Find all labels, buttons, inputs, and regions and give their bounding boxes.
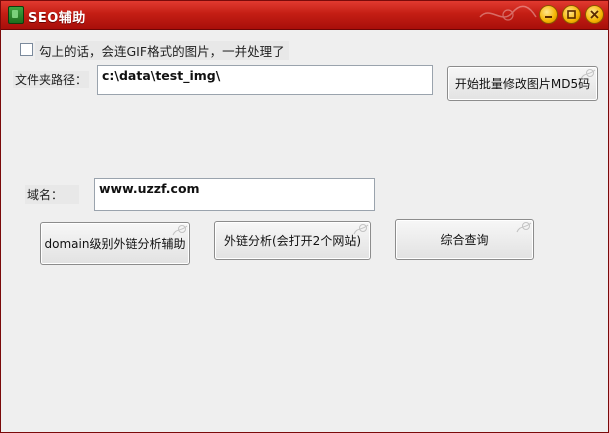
- app-icon: [8, 6, 24, 24]
- close-icon: [590, 10, 599, 19]
- corner-swirl-icon: [172, 225, 188, 236]
- domain-label: 域名：: [25, 185, 79, 204]
- title-bar[interactable]: SEO辅助: [1, 1, 608, 30]
- maximize-icon: [567, 10, 576, 19]
- outlink-analysis-button[interactable]: 外链分析(会打开2个网站): [214, 221, 371, 260]
- gif-checkbox-label[interactable]: 勾上的话，会连GIF格式的图片，一并处理了: [35, 41, 289, 60]
- gif-checkbox[interactable]: [20, 43, 33, 56]
- corner-swirl-icon: [353, 224, 369, 235]
- combined-query-button[interactable]: 综合查询: [395, 219, 534, 260]
- folder-path-label: 文件夹路径：: [13, 71, 90, 88]
- corner-swirl-icon: [580, 69, 596, 80]
- outlink-analysis-button-label: 外链分析(会打开2个网站): [224, 234, 361, 248]
- folder-path-input[interactable]: c:\data\test_img\: [97, 65, 433, 95]
- domain-analysis-button[interactable]: domain级别外链分析辅助: [40, 222, 190, 265]
- batch-md5-button-label: 开始批量修改图片MD5码: [454, 77, 591, 91]
- domain-input[interactable]: www.uzzf.com: [94, 178, 375, 211]
- combined-query-button-label: 综合查询: [440, 233, 489, 247]
- domain-analysis-button-label: domain级别外链分析辅助: [44, 237, 186, 251]
- close-button[interactable]: [585, 5, 604, 24]
- minimize-icon: [545, 16, 552, 18]
- app-window: SEO辅助 勾上的话，会连GIF格式的图片，一并处理了 文件夹路径： c:\da…: [0, 0, 609, 433]
- batch-md5-button[interactable]: 开始批量修改图片MD5码: [447, 66, 598, 101]
- corner-swirl-icon: [516, 222, 532, 233]
- maximize-button[interactable]: [562, 5, 581, 24]
- minimize-button[interactable]: [539, 5, 558, 24]
- decorative-swirl-icon: [479, 5, 537, 21]
- window-title: SEO辅助: [28, 11, 86, 26]
